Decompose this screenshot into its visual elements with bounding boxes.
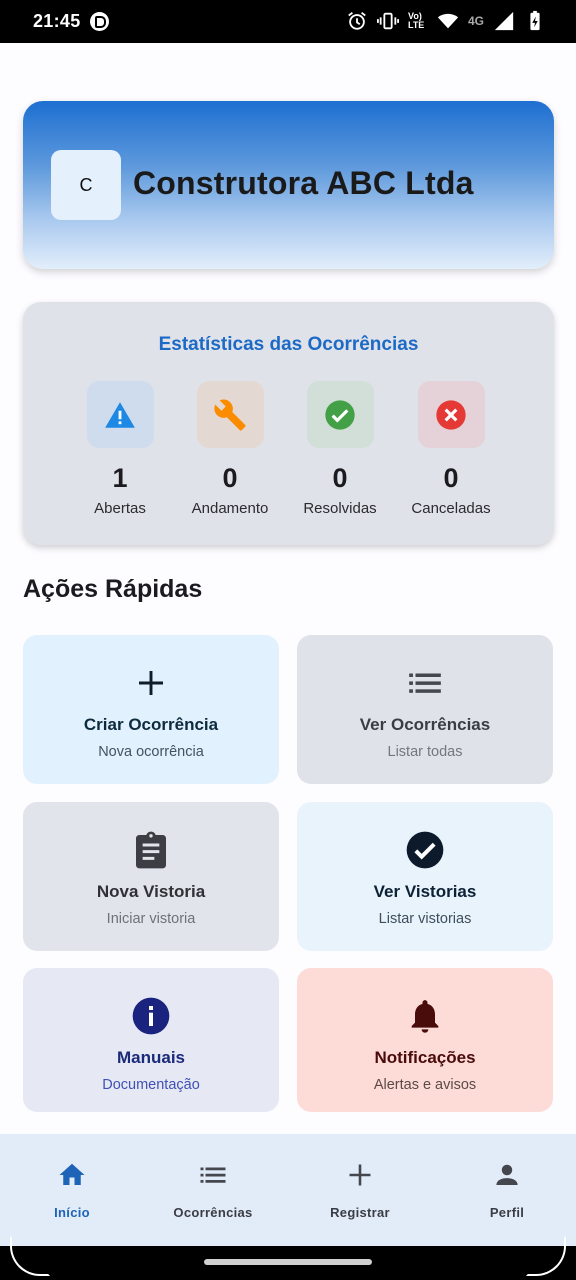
system-icons: Vo) LTE 4G [346,9,546,33]
stat-icon-box [86,381,154,448]
nav-label: Perfil [489,1205,525,1220]
stat-cancelled: 0 Canceladas [401,381,501,517]
nav-label: Ocorrências [173,1205,253,1220]
status-bar: 21:45 Vo) LTE 4G [0,0,576,43]
nav-label: Início [54,1205,90,1220]
nav-item-occurrences[interactable]: Ocorrências [141,1134,285,1246]
bell-icon [411,1000,439,1033]
battery-charging-icon [530,10,540,31]
stat-icon-box [306,381,374,448]
nav-label: Registrar [330,1205,390,1220]
action-title: Criar Ocorrência [83,715,219,734]
action-subtitle: Listar todas [387,744,463,760]
list-icon [409,673,441,693]
action-subtitle: Documentação [102,1077,200,1093]
nav-item-profile[interactable]: Perfil [435,1134,576,1246]
info-icon [132,997,170,1035]
network-type-label: 4G [467,14,484,28]
stat-value: 1 [112,463,128,493]
action-subtitle: Alertas e avisos [373,1077,477,1093]
action-title: Nova Vistoria [96,882,206,901]
check-circle-icon [325,399,355,430]
stat-icon-box [196,381,264,448]
wifi-icon [437,13,459,29]
vibrate-icon [376,12,399,30]
new-inspection-button[interactable]: Nova Vistoria Iniciar vistoria [23,802,279,951]
person-icon [496,1164,518,1185]
company-avatar: C [51,150,121,220]
cancel-circle-icon [436,399,466,430]
stat-label: Resolvidas [303,500,377,517]
view-occurrences-button[interactable]: Ver Ocorrências Listar todas [297,635,553,784]
bottom-navigation: Início Ocorrências Registrar Perfil [0,1134,576,1246]
stat-resolved: 0 Resolvidas [290,381,390,517]
statistics-title: Estatísticas das Ocorrências [158,334,419,355]
list-icon [200,1167,226,1183]
plus-icon [139,671,163,695]
statistics-card: Estatísticas das Ocorrências 1 Abertas 0… [23,302,554,545]
volte-icon: Vo) LTE [407,11,425,30]
action-subtitle: Nova ocorrência [98,744,204,760]
app-notification-icon [90,12,109,31]
action-subtitle: Listar vistorias [378,911,472,927]
company-name: Construtora ABC Ltda [133,165,474,201]
action-subtitle: Iniciar vistoria [106,911,196,927]
signal-icon [494,11,514,31]
status-time: 21:45 [33,11,81,31]
clipboard-icon [136,831,166,869]
action-title: Ver Ocorrências [359,715,491,734]
plus-icon [349,1164,371,1186]
check-circle-icon [406,831,444,869]
create-occurrence-button[interactable]: Criar Ocorrência Nova ocorrência [23,635,279,784]
notifications-button[interactable]: Notificações Alertas e avisos [297,968,553,1112]
stat-value: 0 [222,463,238,493]
nav-item-home[interactable]: Início [0,1134,144,1246]
nav-item-register[interactable]: Registrar [288,1134,432,1246]
quick-actions-title: Ações Rápidas [23,575,203,603]
stat-value: 0 [443,463,459,493]
wrench-icon [214,399,246,431]
company-header-card: C Construtora ABC Ltda [23,101,554,269]
alarm-icon [348,12,366,30]
stat-value: 0 [332,463,348,493]
action-title: Notificações [374,1048,476,1067]
warning-icon [105,401,135,428]
stat-icon-box [417,381,485,448]
stat-label: Abertas [94,500,146,517]
view-inspections-button[interactable]: Ver Vistorias Listar vistorias [297,802,553,951]
stat-label: Andamento [191,500,269,517]
stat-in-progress: 0 Andamento [180,381,280,517]
stat-open: 1 Abertas [70,381,170,517]
manuals-button[interactable]: Manuais Documentação [23,968,279,1112]
action-title: Ver Vistorias [373,882,477,901]
stat-label: Canceladas [411,500,491,517]
action-title: Manuais [116,1048,186,1067]
home-icon [59,1163,85,1185]
home-gesture-bar[interactable] [204,1259,372,1265]
